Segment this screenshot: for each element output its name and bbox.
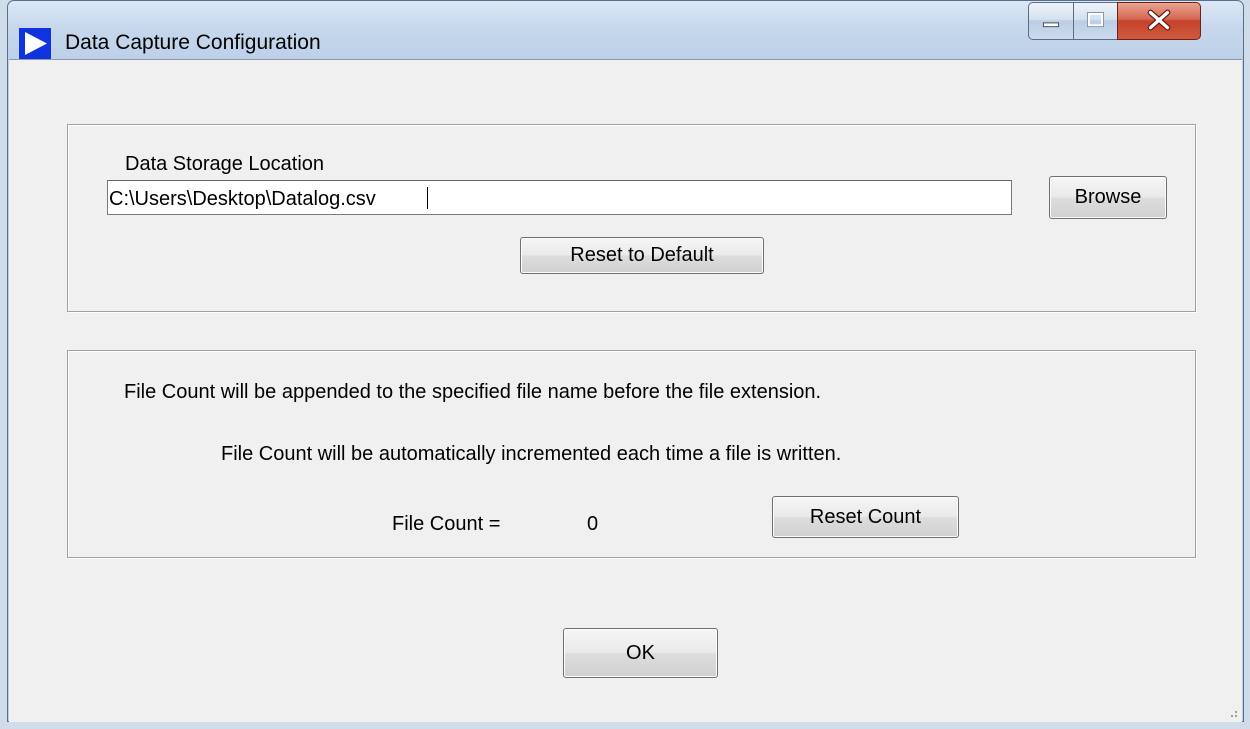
reset-count-button[interactable]: Reset Count [772, 496, 959, 538]
title-bar[interactable]: Data Capture Configuration [8, 1, 1243, 59]
minimize-button[interactable] [1028, 2, 1074, 40]
resize-grip-icon[interactable] [1227, 707, 1239, 719]
storage-location-label: Data Storage Location [125, 153, 325, 175]
text-caret [427, 187, 428, 209]
storage-location-group: Data Storage Location Browse Reset to De… [67, 124, 1196, 312]
file-count-group: File Count will be appended to the speci… [67, 350, 1196, 558]
reset-to-default-button[interactable]: Reset to Default [520, 237, 764, 274]
file-count-value: 0 [587, 513, 599, 535]
file-count-label: File Count = [392, 513, 501, 535]
file-count-info-line-2: File Count will be automatically increme… [221, 443, 842, 465]
close-button[interactable] [1117, 2, 1201, 40]
window-title: Data Capture Configuration [65, 31, 321, 54]
close-icon [1147, 9, 1171, 31]
maximize-button[interactable] [1073, 2, 1118, 40]
dialog-client-area: Data Storage Location Browse Reset to De… [9, 59, 1242, 722]
browse-button[interactable]: Browse [1049, 176, 1167, 219]
file-count-info-line-1: File Count will be appended to the speci… [124, 381, 822, 403]
dialog-window: Data Capture Configuration Data Storage … [7, 0, 1244, 722]
minimize-icon [1042, 22, 1060, 28]
play-triangle-icon [19, 28, 51, 59]
maximize-icon [1086, 11, 1105, 28]
ok-button[interactable]: OK [563, 628, 718, 678]
storage-path-input[interactable] [107, 180, 1012, 215]
